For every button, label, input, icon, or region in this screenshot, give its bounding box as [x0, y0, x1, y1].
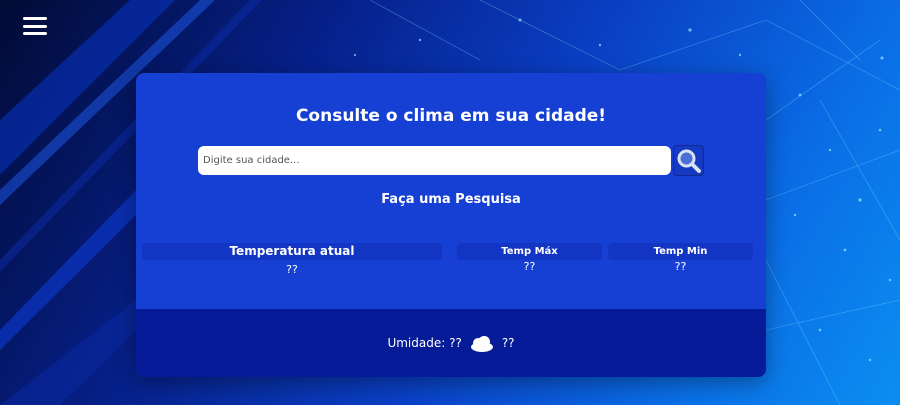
temp-max-label: Temp Máx — [457, 243, 602, 260]
menu-line — [23, 32, 47, 35]
cloud-icon — [470, 336, 493, 352]
current-temp-label: Temperatura atual — [142, 243, 442, 260]
page-title: Consulte o clima em sua cidade! — [295, 106, 607, 126]
temp-max-value: ?? — [523, 260, 536, 273]
menu-line — [23, 24, 47, 28]
search-prompt: Faça uma Pesquisa — [381, 192, 521, 207]
search-icon — [677, 149, 701, 173]
current-temp-value: ?? — [286, 263, 298, 276]
temp-min-label: Temp Min — [608, 243, 753, 260]
humidity-label: Umidade: ?? — [387, 336, 462, 350]
weather-card: Consulte o clima em sua cidade! Faça uma… — [136, 73, 766, 377]
weather-description: ?? — [501, 336, 515, 350]
city-search-input[interactable] — [198, 146, 671, 175]
search-button[interactable] — [673, 145, 704, 176]
temp-min-value: ?? — [674, 260, 687, 273]
humidity-footer: Umidade: ?? ?? — [136, 309, 766, 377]
hamburger-menu-icon[interactable] — [23, 17, 47, 35]
menu-line — [23, 17, 47, 20]
